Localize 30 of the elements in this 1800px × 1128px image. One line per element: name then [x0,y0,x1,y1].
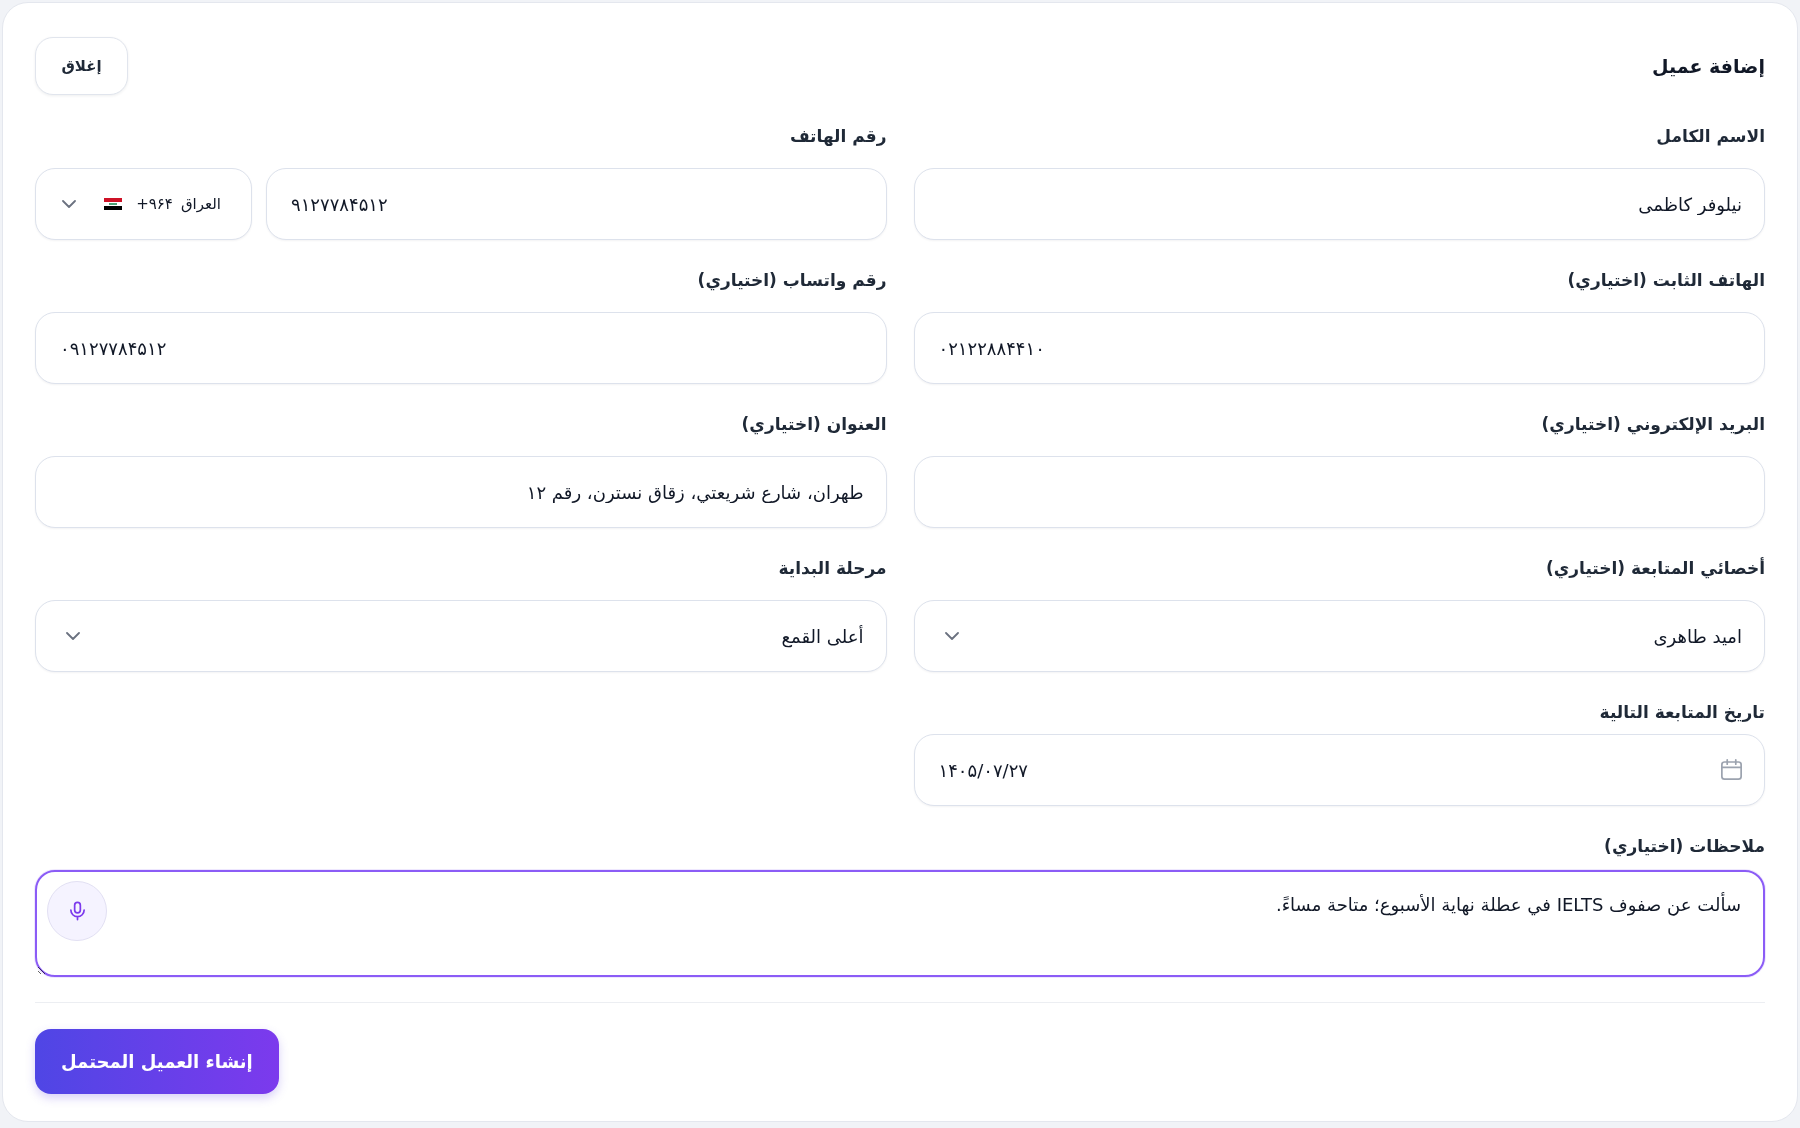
input-field[interactable]: ۰۲۱۲۲۸۸۴۴۱۰ [913,312,1765,384]
field-label: مرحلة البداية [777,557,887,580]
microphone-icon [69,901,85,921]
field-label: ملاحظات (اختياري) [1603,835,1765,858]
input-field[interactable]: ۰۹۱۲۷۷۸۴۵۱۲ [35,312,887,384]
dropdown[interactable]: امید طاهری [913,600,1765,672]
close-button[interactable]: إغلاق [35,37,128,95]
chevron-down-icon [944,632,959,640]
flag-icon [104,198,123,210]
phone-input[interactable]: ۹۱۲۷۷۸۴۵۱۲ [266,168,887,240]
field-label: رقم الهاتف [788,125,887,148]
input-field[interactable]: نيلوفر كاظمی [913,168,1765,240]
notes-textarea[interactable]: سألت عن صفوف IELTS في عطلة نهاية الأسبوع؛ متاحة مساءً. [35,870,1765,977]
chevron-down-icon [62,200,76,208]
field-label: الهاتف الثابت (اختياري) [1566,269,1765,292]
submit-button[interactable]: إنشاء العميل المحتمل [35,1029,279,1094]
field-label: أخصائي المتابعة (اختياري) [1544,556,1765,580]
field-label: رقم واتساب (اختياري) [696,269,887,292]
field-label: العنوان (اختياري) [740,413,887,436]
country-select[interactable]: العراق +۹۶۴ [35,168,252,240]
field-label: تاريخ المتابعة التالية [1598,701,1765,724]
dialog-title: إضافة عميل [1651,54,1765,79]
dropdown[interactable]: أعلى القمع [35,600,887,672]
chevron-down-icon [66,632,80,640]
date-field[interactable]: ۱۴۰۵/۰۷/۲۷ [913,734,1765,806]
field-label: البريد الإلكتروني (اختياري) [1540,413,1765,436]
field-label: الاسم الكامل [1655,125,1765,148]
calendar-icon [1721,759,1742,780]
input-field[interactable]: طهران، شارع شريعتي، زقاق نسترن، رقم ۱۲ [35,456,887,528]
input-field[interactable] [913,456,1765,528]
